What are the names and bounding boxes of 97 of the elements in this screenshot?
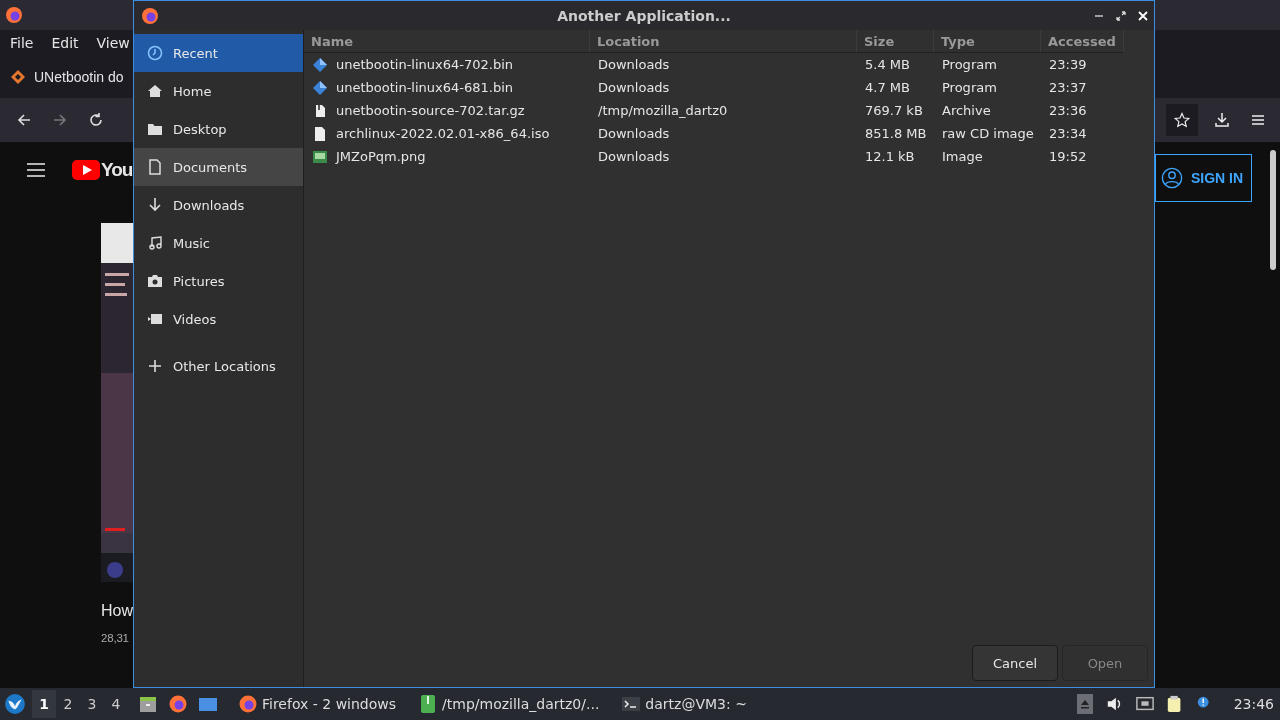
bird-logo-icon[interactable] <box>4 693 26 715</box>
place-item[interactable]: Documents <box>134 148 303 186</box>
taskbar-task[interactable]: dartz@VM3: ~ <box>621 694 747 714</box>
folder-icon <box>147 121 163 137</box>
workspace-button[interactable]: 2 <box>56 690 80 718</box>
music-note-icon <box>147 235 163 251</box>
play-logo-icon <box>72 160 100 180</box>
place-item[interactable]: Pictures <box>134 262 303 300</box>
menu-item[interactable]: File <box>10 35 34 51</box>
firefox-icon[interactable] <box>168 694 188 714</box>
file-name: archlinux-2022.02.01-x86_64.iso <box>336 126 550 141</box>
video-title[interactable]: How <box>101 602 133 620</box>
video-meta: 28,31 <box>101 632 129 644</box>
firefox-icon <box>4 5 24 25</box>
file-row[interactable]: archlinux-2022.02.01-x86_64.iso Downloads 851.8 MB raw CD image 23:34 <box>304 122 1124 145</box>
place-item[interactable]: Downloads <box>134 186 303 224</box>
table-cell-text: Downloads <box>597 57 671 72</box>
scrollbar[interactable] <box>1270 150 1276 270</box>
clock[interactable]: 23:46 <box>1233 696 1274 712</box>
back-icon[interactable] <box>16 112 32 128</box>
table-cell-text: 23:36 <box>1048 103 1088 118</box>
download-icon[interactable] <box>1214 112 1230 128</box>
table-cell-text: Downloads <box>597 126 671 141</box>
table-cell-text: 23:39 <box>1048 57 1088 72</box>
clock-icon <box>147 45 163 61</box>
place-item[interactable]: Music <box>134 224 303 262</box>
logo-text: You <box>101 159 133 181</box>
table-cell-text: 5.4 MB <box>864 57 911 72</box>
place-item[interactable]: Other Locations <box>134 347 303 385</box>
table-cell-text: 4.7 MB <box>864 80 911 95</box>
file-name: unetbootin-linux64-681.bin <box>336 80 514 95</box>
taskbar-task[interactable]: /tmp/mozilla_dartz0/... <box>418 694 600 714</box>
table-cell-text: 19:52 <box>1048 149 1088 164</box>
table-cell-text: 23:34 <box>1048 126 1088 141</box>
menu-item[interactable]: Edit <box>51 35 79 51</box>
workspace-button[interactable]: 3 <box>80 690 104 718</box>
menu-item[interactable]: View <box>96 35 130 51</box>
image-file-icon <box>312 148 328 165</box>
sign-in-button[interactable]: SIGN IN <box>1155 154 1253 202</box>
table-cell-text: 12.1 kB <box>864 149 916 164</box>
user-icon <box>1161 167 1183 189</box>
place-item[interactable]: Desktop <box>134 110 303 148</box>
file-name: unetbootin-linux64-702.bin <box>336 57 514 72</box>
file-row[interactable]: unetbootin-source-702.tar.gz /tmp/mozilla_dartz0 769.7 kB Archive 23:36 <box>304 99 1124 122</box>
place-item[interactable]: Home <box>134 72 303 110</box>
plus-icon <box>147 358 163 374</box>
table-cell-text: 851.8 MB <box>864 126 928 141</box>
menu-icon[interactable] <box>26 162 46 178</box>
file-name: JMZoPqm.png <box>336 149 426 164</box>
table-cell-text: raw CD image <box>941 126 1035 141</box>
file-name: unetbootin-source-702.tar.gz <box>336 103 525 118</box>
table-cell-text: Program <box>941 57 998 72</box>
camera-icon <box>147 273 163 289</box>
diamond-icon <box>312 56 328 73</box>
place-item[interactable]: Videos <box>134 300 303 338</box>
column-header[interactable]: Name <box>304 30 590 52</box>
file-row[interactable]: unetbootin-linux64-681.bin Downloads 4.7 MB Program 23:37 <box>304 76 1124 99</box>
column-header[interactable]: Type <box>934 30 1041 52</box>
eject-icon[interactable] <box>1075 694 1094 714</box>
taskbar-task[interactable]: Firefox - 2 windows <box>238 694 397 714</box>
workspace-button[interactable]: 4 <box>104 690 128 718</box>
file-icon <box>312 125 328 142</box>
file-row[interactable]: JMZoPqm.png Downloads 12.1 kB Image 19:52 <box>304 145 1124 168</box>
terminal-icon <box>621 694 642 714</box>
cancel-button[interactable]: Cancel <box>972 645 1058 681</box>
table-cell-text: 769.7 kB <box>864 103 924 118</box>
file-row[interactable]: unetbootin-linux64-702.bin Downloads 5.4 MB Program 23:39 <box>304 53 1124 76</box>
diamond-icon <box>312 79 328 96</box>
table-cell-text: Archive <box>941 103 992 118</box>
window-title: Another Application... <box>557 7 731 24</box>
bookmark-button[interactable] <box>1166 104 1198 136</box>
place-item[interactable]: Recent <box>134 34 303 72</box>
table-cell-text: Program <box>941 80 998 95</box>
video-icon <box>147 311 163 327</box>
column-header[interactable]: Location <box>590 30 857 52</box>
menu-icon[interactable] <box>1250 112 1266 128</box>
workspace-button[interactable]: 1 <box>32 690 56 718</box>
table-cell-text: Image <box>941 149 984 164</box>
forward-icon[interactable] <box>52 112 68 128</box>
star-icon <box>1174 112 1190 128</box>
table-cell-text: Downloads <box>597 149 671 164</box>
maximize-icon[interactable] <box>1116 10 1126 21</box>
home-icon <box>147 83 163 99</box>
close-icon[interactable] <box>1138 10 1148 21</box>
reload-icon[interactable] <box>88 112 104 128</box>
table-cell-text: /tmp/mozilla_dartz0 <box>597 103 729 118</box>
diamond-icon <box>10 69 26 85</box>
down-arrow-icon <box>147 197 163 213</box>
column-header[interactable]: Size <box>857 30 934 52</box>
firefox-icon <box>238 694 258 714</box>
file-cabinet-icon[interactable] <box>138 694 158 714</box>
firefox-icon <box>140 5 160 26</box>
table-cell-text: Downloads <box>597 80 671 95</box>
table-cell-text: 23:37 <box>1048 80 1088 95</box>
column-header[interactable]: Accessed <box>1041 30 1124 52</box>
document-icon <box>147 159 163 175</box>
browser-tab[interactable]: UNetbootin do <box>0 69 124 85</box>
